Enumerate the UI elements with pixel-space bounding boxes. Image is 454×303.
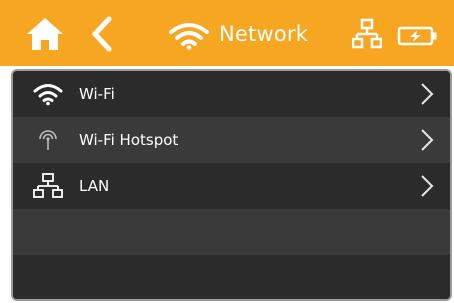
page-title: Network xyxy=(219,22,309,46)
battery-icon xyxy=(397,26,437,46)
empty-row xyxy=(13,209,450,255)
network-menu: Wi-Fi Wi-Fi Hotspot LAN xyxy=(11,69,452,301)
back-icon[interactable] xyxy=(91,16,113,52)
home-icon[interactable] xyxy=(25,16,65,52)
menu-item-label: Wi-Fi Hotspot xyxy=(79,131,179,149)
empty-row xyxy=(13,255,450,299)
chevron-right-icon xyxy=(421,83,434,105)
hotspot-icon xyxy=(39,130,57,150)
chevron-right-icon xyxy=(421,129,434,151)
wifi-icon xyxy=(33,84,63,106)
menu-item-wifi[interactable]: Wi-Fi xyxy=(13,71,450,117)
lan-icon xyxy=(33,173,63,198)
wifi-icon xyxy=(169,23,209,50)
menu-item-lan[interactable]: LAN xyxy=(13,163,450,209)
menu-item-label: Wi-Fi xyxy=(79,85,115,103)
top-bar: Network xyxy=(0,0,454,66)
menu-item-wifi-hotspot[interactable]: Wi-Fi Hotspot xyxy=(13,117,450,163)
menu-item-label: LAN xyxy=(79,177,110,195)
chevron-right-icon xyxy=(421,175,434,197)
lan-icon xyxy=(352,18,382,49)
